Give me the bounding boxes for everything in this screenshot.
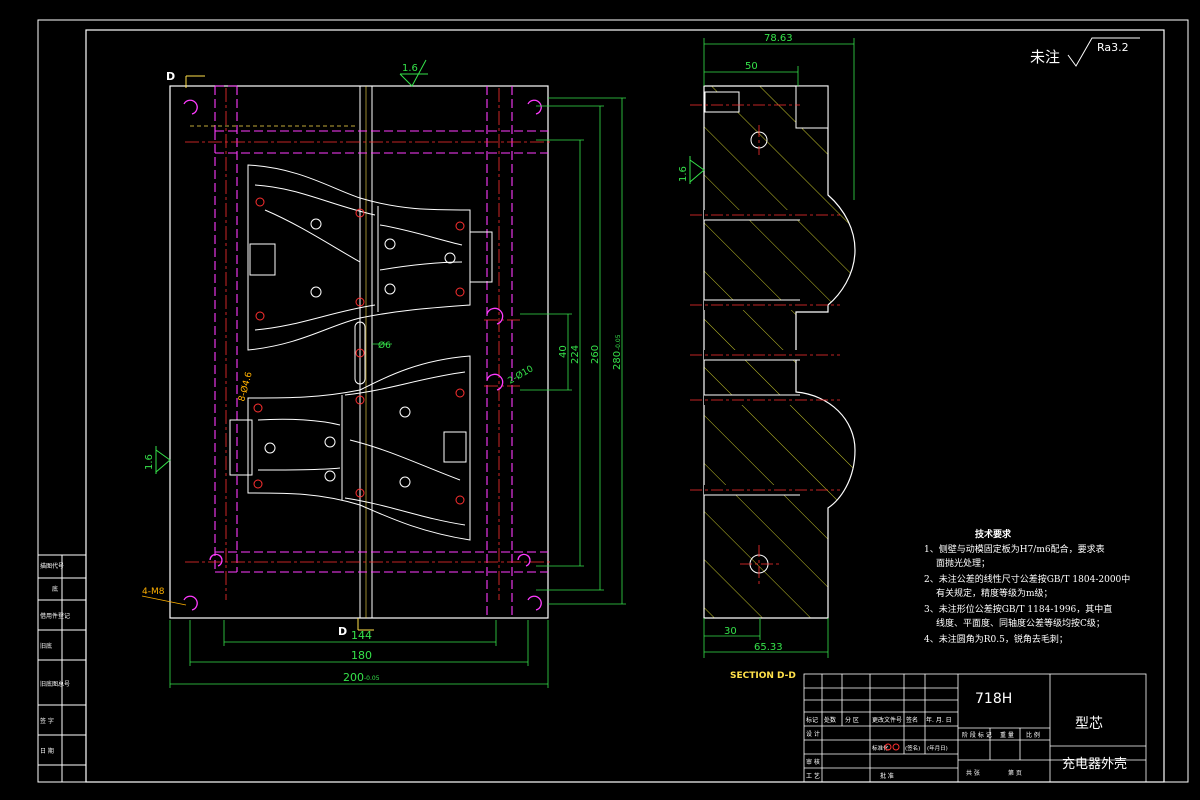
strip-label: 旧底图总号: [40, 680, 70, 688]
dim-280: 280: [612, 351, 623, 370]
part-name: 型芯: [1075, 716, 1103, 732]
dim-30: 30: [724, 626, 737, 637]
strip-label: 日 期: [40, 747, 54, 755]
tb-stage: 阶 段 标 记: [962, 731, 992, 739]
dim-224: 224: [570, 345, 581, 364]
tb-header: 分 区: [845, 716, 859, 724]
strip-label: 旧底: [40, 642, 52, 650]
cooling-channels: [214, 85, 548, 618]
cad-drawing: 描图代号 底 借用件登记 旧底 旧底图总号 签 字 日 期 未注 Ra3.2 D…: [37, 19, 1189, 783]
tech-line: 3、未注形位公差按GB/T 1184-1996，其中直: [924, 603, 1112, 615]
section-view: 78.63 50 30 65.33 1.6 SECTION D-D: [678, 33, 856, 681]
material-cell: 718H: [975, 691, 1012, 707]
tech-line: 2、未注公差的线性尺寸公差按GB/T 1804-2000中: [924, 573, 1130, 585]
roughness-value: Ra3.2: [1097, 41, 1129, 54]
strip-label: 签 字: [40, 717, 54, 725]
tb-bottom: 第 页: [1008, 769, 1022, 777]
dim-144: 144: [351, 629, 372, 642]
tb-bottom: 共 张: [966, 769, 980, 777]
tb-header: 更改文件号: [872, 716, 902, 724]
svg-text:D: D: [338, 625, 347, 638]
dim-78-63: 78.63: [764, 33, 793, 44]
tb-row: 审 核: [806, 758, 820, 766]
tech-line: 面抛光处理；: [936, 557, 990, 569]
tb-mid: 标准化: [872, 744, 889, 752]
svg-text:1.6: 1.6: [144, 454, 155, 470]
dim-280-tol: -0.05: [615, 334, 622, 350]
dim-200-tol: -0.05: [364, 675, 380, 682]
tb-stage: 比 例: [1026, 731, 1040, 739]
roughness-mark-section: 1.6: [678, 156, 705, 184]
tech-line: 线度、平面度、同轴度公差等级均按C级；: [936, 617, 1105, 629]
svg-text:1.6: 1.6: [678, 166, 689, 182]
strip-label: 描图代号: [40, 562, 64, 570]
tb-row: 工 艺: [806, 772, 820, 780]
tb-header: 处数: [824, 716, 836, 724]
roughness-symbol: 未注 Ra3.2: [1030, 37, 1140, 67]
svg-text:1.6: 1.6: [402, 63, 418, 74]
lower-cavity: [229, 355, 471, 541]
tb-mid: (签名): [905, 744, 920, 752]
section-caption: SECTION D-D: [730, 671, 796, 681]
tech-line: 1、侧壁与动模固定板为H7/m6配合，要求表: [924, 543, 1105, 555]
dimension-texts: 200 -0.05 180 144 280 -0.05 260 224 40 Ø…: [141, 334, 623, 684]
svg-text:D: D: [166, 70, 175, 83]
tb-row: 设 计: [806, 730, 820, 738]
tb-stage: 重 量: [1000, 731, 1014, 739]
outer-border: [37, 19, 1189, 783]
upper-cavity: [247, 164, 493, 351]
screw-holes: [183, 99, 542, 611]
tb-header: 年. 月. 日: [926, 716, 952, 724]
roughness-mark-top: 1.6: [399, 59, 428, 87]
tech-line: 4、未注圆角为R0.5，锐角去毛刺；: [924, 633, 1068, 645]
dim-hole-6: Ø6: [378, 340, 391, 351]
strip-label: 底: [52, 585, 58, 593]
dim-40: 40: [558, 345, 569, 358]
tb-header: 标记: [806, 716, 818, 724]
plan-view: D D 1.6 1.6 200 -0.05 180 144 280 -0.05 …: [141, 59, 626, 688]
dim-65-33: 65.33: [754, 642, 783, 653]
tech-title: 技术要求: [975, 528, 1012, 540]
dim-50: 50: [745, 61, 758, 72]
dim-180: 180: [351, 649, 372, 662]
tech-line: 有关规定，精度等级为m级；: [936, 587, 1053, 599]
core-outline: [169, 85, 549, 619]
tb-mid: 批 准: [880, 772, 894, 780]
roughness-mark-left: 1.6: [144, 446, 171, 474]
tb-header: 签名: [906, 716, 918, 724]
dim-200: 200: [343, 671, 364, 684]
left-strip: 描图代号 底 借用件登记 旧底 旧底图总号 签 字 日 期: [38, 554, 87, 783]
dim-holes-10: 2-Ø10: [506, 363, 536, 386]
product-name: 充电器外壳: [1062, 756, 1127, 772]
tech-requirements: 技术要求 1、侧壁与动模固定板为H7/m6配合，要求表 面抛光处理； 2、未注公…: [924, 528, 1130, 645]
tb-mid: (年月日): [927, 744, 948, 752]
roughness-label: 未注: [1030, 48, 1060, 66]
dim-260: 260: [590, 345, 601, 364]
dim-screws: 4-M8: [142, 587, 165, 597]
strip-label: 借用件登记: [40, 612, 70, 620]
title-block-text: 标记 处数 分 区 更改文件号 签名 年. 月. 日 设 计 审 核 工 艺 标…: [806, 691, 1127, 780]
section-marker-top: D: [166, 70, 205, 88]
